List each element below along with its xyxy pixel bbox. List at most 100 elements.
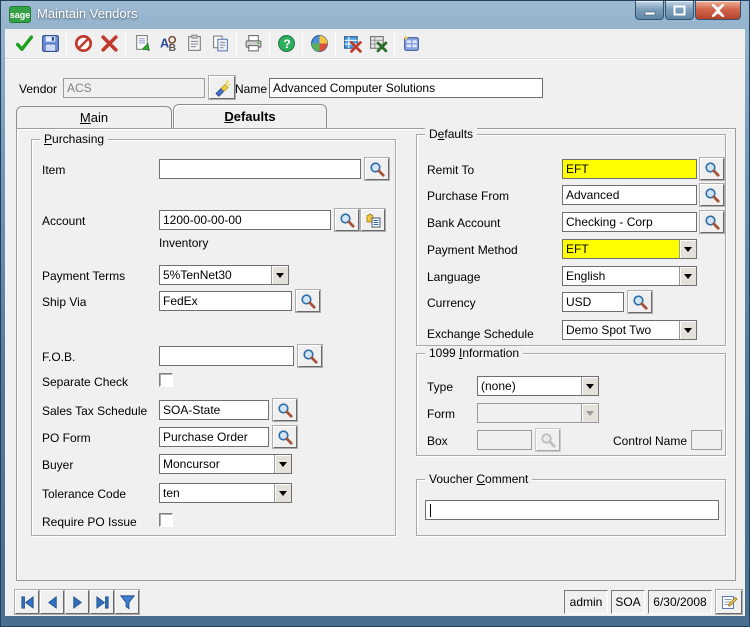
sage-logo: sage <box>9 6 31 23</box>
payment-method-label: Payment Method <box>427 243 518 257</box>
voucher-comment-input[interactable] <box>425 500 719 520</box>
chevron-down-icon[interactable] <box>679 267 696 285</box>
purchase-from-input[interactable] <box>562 185 697 205</box>
exchange-schedule-select[interactable]: Demo Spot Two <box>562 320 697 340</box>
notes-button[interactable] <box>716 590 742 614</box>
close-button[interactable] <box>695 1 741 20</box>
item-lookup-button[interactable] <box>365 158 389 180</box>
delete-button[interactable] <box>96 31 122 57</box>
account-input[interactable] <box>159 210 331 230</box>
tolerance-code-select[interactable]: ten <box>159 483 292 503</box>
currency-label: Currency <box>427 296 476 310</box>
item-label: Item <box>42 163 65 177</box>
close-icon <box>711 4 725 17</box>
window-title: Maintain Vendors <box>37 6 137 21</box>
language-select[interactable]: English <box>562 266 697 286</box>
remit-to-input[interactable] <box>562 159 697 179</box>
buyer-select[interactable]: Moncursor <box>159 454 292 474</box>
notepad-pencil-icon <box>720 593 738 611</box>
delete-x-icon <box>100 34 119 53</box>
chart-button[interactable] <box>306 31 332 57</box>
sales-tax-input[interactable] <box>159 400 269 420</box>
payment-terms-select[interactable]: 5%TenNet30 <box>159 265 289 285</box>
ship-via-lookup-button[interactable] <box>296 290 320 312</box>
help-button[interactable]: ? <box>273 31 299 57</box>
info-1099-group: 1099 Information Type (none) Form Box Co… <box>416 353 726 456</box>
new-document-button[interactable] <box>129 31 155 57</box>
magnifier-icon <box>300 293 317 310</box>
po-form-lookup-button[interactable] <box>273 426 297 448</box>
box-input <box>477 430 532 450</box>
purchase-from-lookup-button[interactable] <box>700 184 724 206</box>
require-po-label: Require PO Issue <box>42 515 137 529</box>
fob-lookup-button[interactable] <box>298 345 322 367</box>
magnifier-icon <box>632 294 649 311</box>
purchasing-legend: Purchasing <box>40 132 108 146</box>
tab-main[interactable]: Main <box>16 106 172 128</box>
filter-funnel-icon <box>119 594 136 611</box>
ship-via-label: Ship Via <box>42 295 86 309</box>
chevron-down-icon[interactable] <box>679 240 696 258</box>
fob-label: F.O.B. <box>42 350 75 364</box>
po-form-input[interactable] <box>159 427 269 447</box>
bank-account-lookup-button[interactable] <box>700 211 724 233</box>
last-record-button[interactable] <box>90 590 114 614</box>
chevron-down-icon[interactable] <box>679 321 696 339</box>
purchase-from-label: Purchase From <box>427 189 509 203</box>
currency-input[interactable] <box>562 292 624 312</box>
export-remove-button[interactable] <box>339 31 365 57</box>
vendor-input[interactable] <box>63 78 205 98</box>
account-lookup-button[interactable] <box>335 209 359 231</box>
void-button[interactable] <box>70 31 96 57</box>
maximize-button[interactable] <box>665 1 694 20</box>
memo-button[interactable] <box>181 31 207 57</box>
export-excel-button[interactable] <box>365 31 391 57</box>
magnifier-icon <box>704 214 721 231</box>
help-icon: ? <box>277 34 296 53</box>
accept-button[interactable] <box>11 31 37 57</box>
chevron-down-icon[interactable] <box>274 455 291 473</box>
titlebar[interactable]: sage Maintain Vendors <box>1 1 749 29</box>
print-button[interactable] <box>240 31 266 57</box>
payment-method-select[interactable]: EFT <box>562 239 697 259</box>
first-record-icon <box>19 594 36 611</box>
item-input[interactable] <box>159 159 361 179</box>
ship-via-input[interactable] <box>159 291 292 311</box>
vendor-lookup-button[interactable] <box>209 76 235 99</box>
next-record-button[interactable] <box>65 590 89 614</box>
require-po-checkbox[interactable] <box>159 513 173 527</box>
first-record-button[interactable] <box>15 590 39 614</box>
previous-record-button[interactable] <box>40 590 64 614</box>
tab-defaults[interactable]: Defaults <box>173 104 327 128</box>
void-icon <box>74 34 93 53</box>
separate-check-checkbox[interactable] <box>159 373 173 387</box>
save-button[interactable] <box>37 31 63 57</box>
chevron-down-icon[interactable] <box>274 484 291 502</box>
remit-to-lookup-button[interactable] <box>700 158 724 180</box>
chevron-down-icon[interactable] <box>271 266 288 284</box>
language-label: Language <box>427 270 480 284</box>
type-select[interactable]: (none) <box>477 376 599 396</box>
status-user: admin <box>564 590 608 614</box>
defaults-legend: Defaults <box>425 127 477 141</box>
layout-button[interactable] <box>398 31 424 57</box>
memo-icon <box>185 34 204 53</box>
find-icon: AB <box>159 34 178 53</box>
minimize-icon <box>644 4 656 16</box>
filter-button[interactable] <box>115 590 139 614</box>
status-company: SOA <box>611 590 645 614</box>
buyer-label: Buyer <box>42 458 73 472</box>
bank-account-input[interactable] <box>562 212 697 232</box>
find-button[interactable]: AB <box>155 31 181 57</box>
account-segments-button[interactable] <box>361 209 385 231</box>
language-value: English <box>563 269 679 283</box>
currency-lookup-button[interactable] <box>628 291 652 313</box>
chart-pie-icon <box>310 34 329 53</box>
control-name-input <box>691 430 722 450</box>
name-input[interactable] <box>269 78 543 98</box>
copy-button[interactable] <box>207 31 233 57</box>
sales-tax-lookup-button[interactable] <box>273 399 297 421</box>
minimize-button[interactable] <box>635 1 664 20</box>
chevron-down-icon[interactable] <box>581 377 598 395</box>
fob-input[interactable] <box>159 346 294 366</box>
